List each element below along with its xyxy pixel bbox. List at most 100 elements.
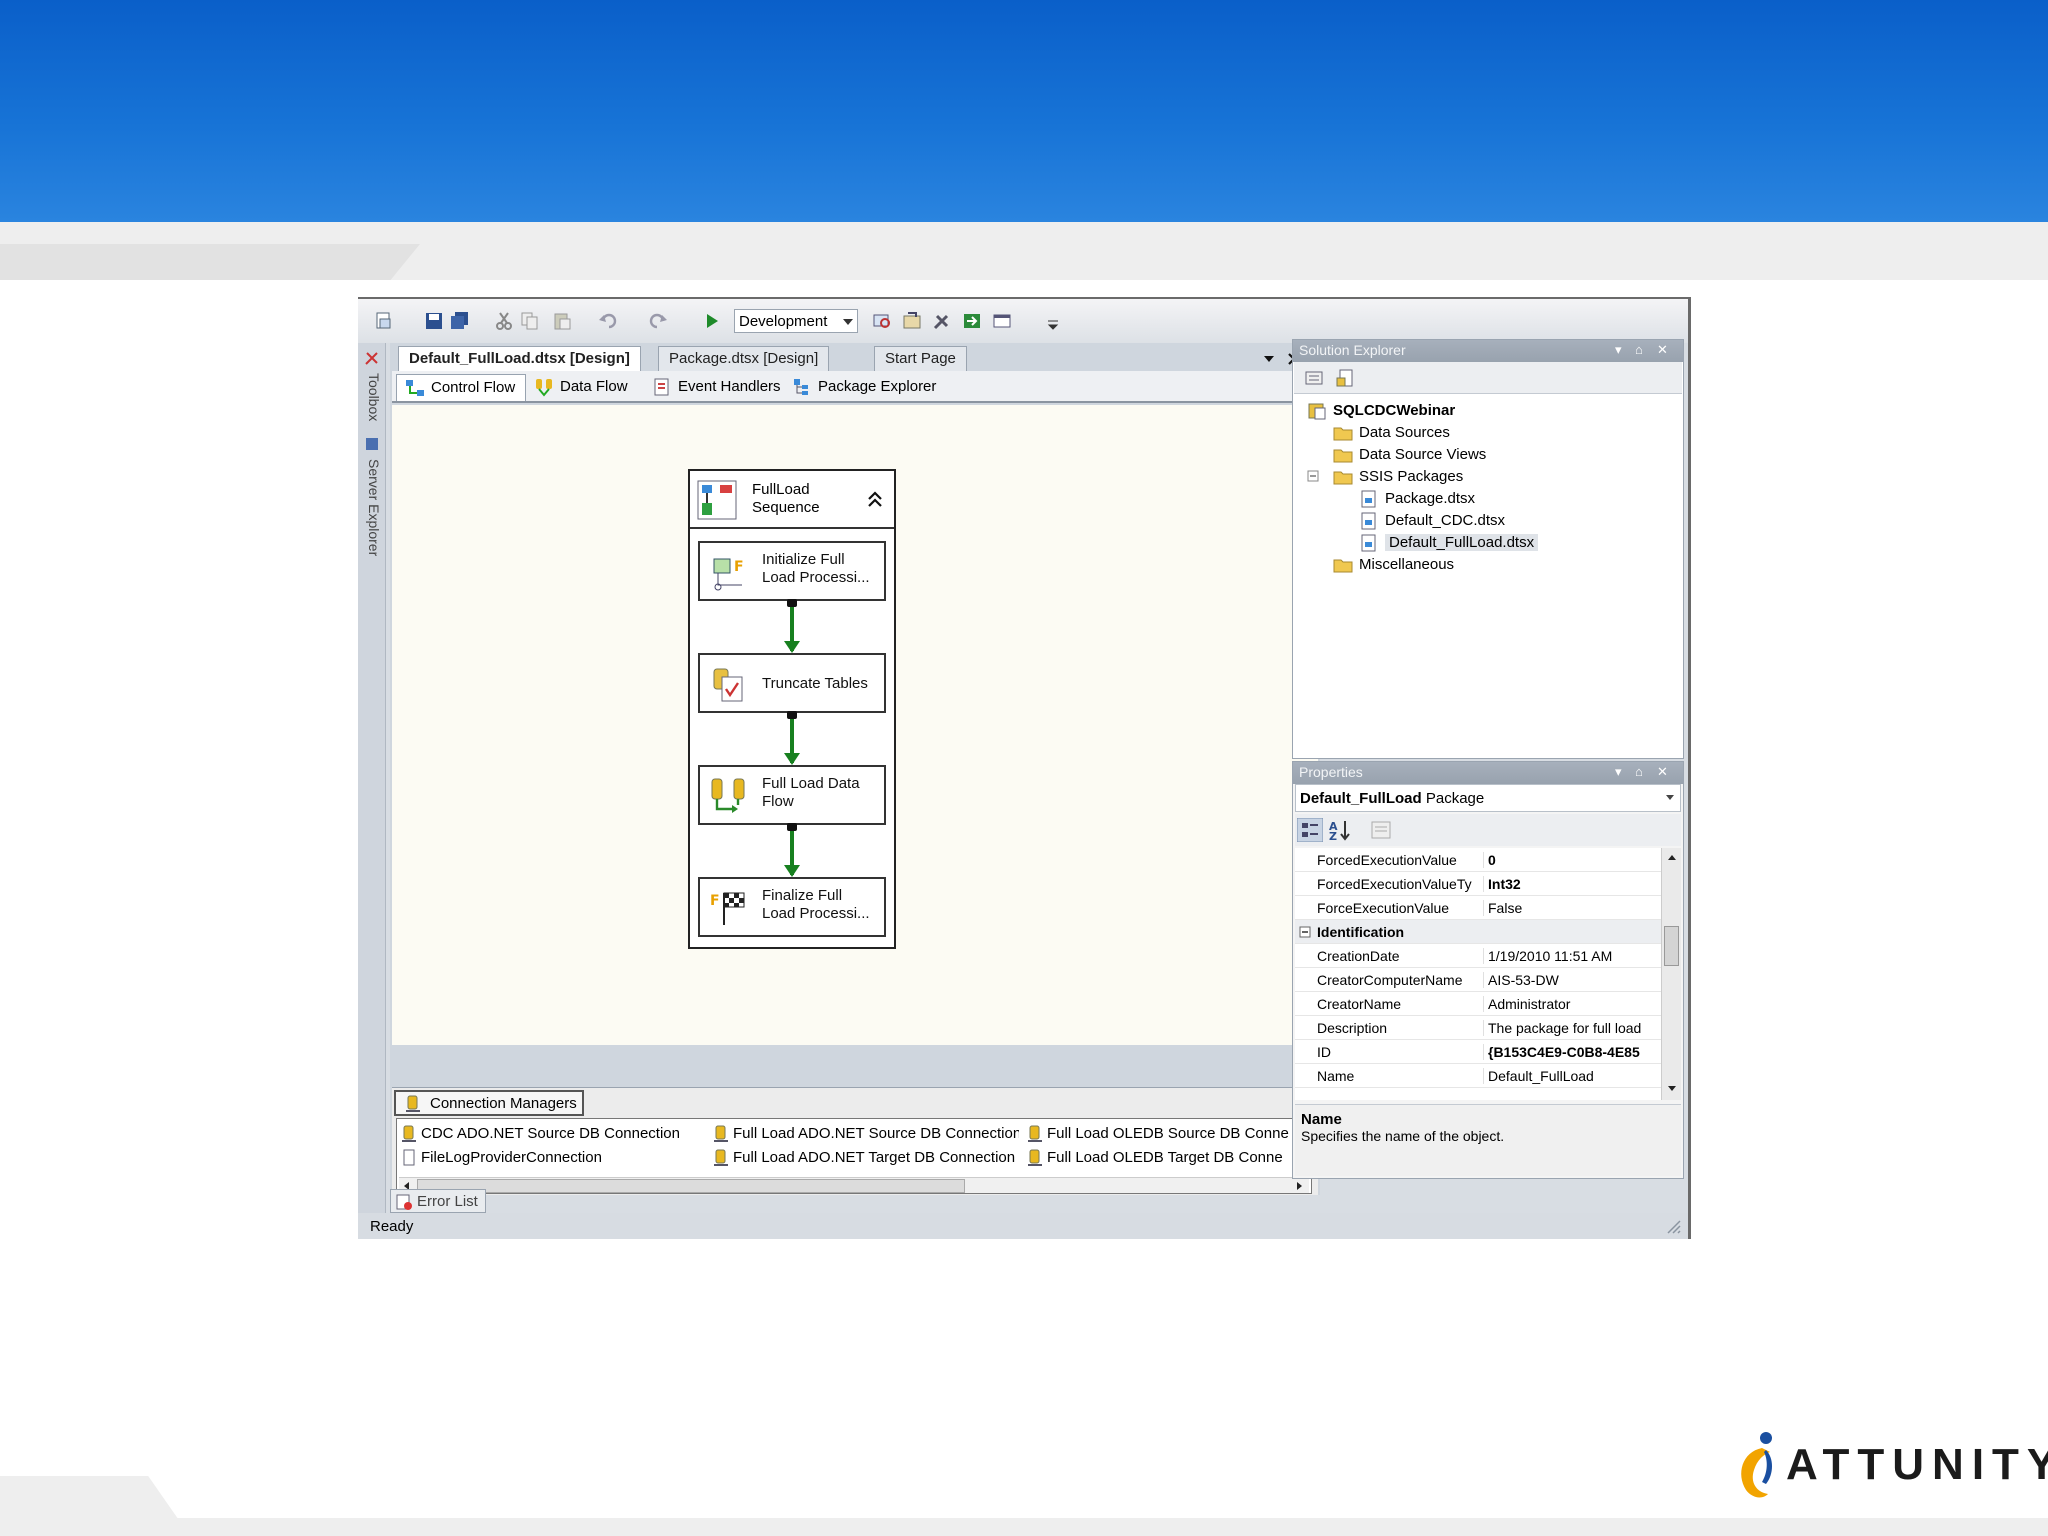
- properties-icon[interactable]: [1304, 368, 1324, 388]
- property-key: ForcedExecutionValue: [1317, 852, 1457, 868]
- panel-pin-icon[interactable]: ⌂: [1635, 342, 1643, 357]
- horizontal-scrollbar[interactable]: [399, 1177, 1309, 1193]
- tab-package-design[interactable]: Package.dtsx [Design]: [658, 346, 830, 371]
- property-value[interactable]: The package for full load: [1483, 1020, 1659, 1036]
- panel-menu-chevron-down-icon[interactable]: ▾: [1615, 764, 1622, 780]
- tab-data-flow[interactable]: Data Flow: [526, 374, 634, 401]
- connection-item[interactable]: Full Load OLEDB Source DB Conne: [1025, 1125, 1311, 1142]
- connection-item[interactable]: Full Load OLEDB Target DB Conne: [1025, 1149, 1311, 1166]
- resize-grip-icon[interactable]: [1664, 1217, 1682, 1235]
- property-value[interactable]: 0: [1483, 852, 1659, 868]
- tree-item-data-source-views[interactable]: Data Source Views: [1333, 446, 1486, 463]
- property-row[interactable]: ForceExecutionValue False: [1295, 896, 1661, 920]
- tab-event-handlers[interactable]: Event Handlers: [644, 374, 787, 401]
- alphabetical-sort-icon[interactable]: AZ: [1327, 818, 1353, 842]
- connection-item[interactable]: CDC ADO.NET Source DB Connection: [399, 1125, 699, 1142]
- scroll-right-icon[interactable]: [1293, 1180, 1305, 1192]
- toolbox-tools-icon[interactable]: [932, 311, 952, 331]
- task-full-load-data-flow[interactable]: Full Load Data Flow: [698, 765, 886, 825]
- scroll-up-icon[interactable]: [1666, 852, 1678, 864]
- precedence-constraint[interactable]: [784, 599, 800, 653]
- tree-project-root[interactable]: SQLCDCWebinar: [1307, 402, 1455, 420]
- solution-configuration-select[interactable]: Development: [734, 309, 858, 333]
- vertical-scrollbar[interactable]: [1661, 848, 1681, 1100]
- tab-control-flow[interactable]: Control Flow: [396, 374, 526, 401]
- fullload-sequence-container[interactable]: FullLoad Sequence F Initialize Full Load…: [688, 469, 896, 949]
- tree-item-data-sources[interactable]: Data Sources: [1333, 424, 1450, 441]
- save-icon[interactable]: [424, 311, 444, 331]
- task-label-line1: Full Load Data: [762, 775, 860, 792]
- tree-item-package-dtsx[interactable]: Package.dtsx: [1359, 490, 1475, 508]
- data-flow-icon: [536, 379, 552, 397]
- property-row[interactable]: CreatorName Administrator: [1295, 992, 1661, 1016]
- show-all-files-icon[interactable]: [1336, 368, 1356, 388]
- precedence-constraint[interactable]: [784, 711, 800, 765]
- paste-icon[interactable]: [552, 311, 572, 331]
- start-debugging-icon[interactable]: [702, 311, 722, 331]
- copy-icon[interactable]: [520, 311, 540, 331]
- scrollbar-thumb[interactable]: [417, 1179, 965, 1193]
- toolbox-icon[interactable]: [363, 349, 381, 367]
- tree-item-default-cdc-dtsx[interactable]: Default_CDC.dtsx: [1359, 512, 1505, 530]
- server-explorer-icon[interactable]: [363, 435, 381, 453]
- tab-package-explorer[interactable]: Package Explorer: [784, 374, 942, 401]
- import-export-icon[interactable]: [962, 311, 982, 331]
- task-truncate-tables[interactable]: Truncate Tables: [698, 653, 886, 713]
- tree-collapse-minus-icon[interactable]: [1307, 470, 1319, 482]
- tree-item-default-fullload-dtsx[interactable]: Default_FullLoad.dtsx: [1359, 534, 1539, 552]
- server-explorer-tab[interactable]: Server Explorer: [362, 459, 382, 556]
- category-collapse-minus-icon[interactable]: [1299, 926, 1311, 938]
- property-pages-icon[interactable]: [1369, 818, 1393, 842]
- property-row[interactable]: CreatorComputerName AIS-53-DW: [1295, 968, 1661, 992]
- task-finalize-full-load[interactable]: F Finalize Full Load Processi...: [698, 877, 886, 937]
- task-label-line1: Finalize Full: [762, 887, 843, 904]
- save-all-icon[interactable]: [450, 311, 470, 331]
- tab-start-page[interactable]: Start Page: [874, 346, 967, 371]
- connection-item[interactable]: FileLogProviderConnection: [399, 1149, 699, 1166]
- tab-dropdown-icon[interactable]: [1262, 353, 1276, 365]
- property-value[interactable]: {B153C4E9-C0B8-4E85: [1483, 1044, 1659, 1060]
- panel-pin-icon[interactable]: ⌂: [1635, 764, 1643, 779]
- error-list-tab[interactable]: Error List: [390, 1189, 486, 1213]
- property-value[interactable]: 1/19/2010 11:51 AM: [1483, 948, 1659, 964]
- tree-item-ssis-packages[interactable]: SSIS Packages: [1333, 468, 1463, 485]
- property-row[interactable]: Name Default_FullLoad: [1295, 1064, 1661, 1088]
- toolbox-tab[interactable]: Toolbox: [362, 373, 382, 421]
- undo-icon[interactable]: [598, 311, 618, 331]
- collapse-chevron-up-icon[interactable]: [866, 489, 884, 509]
- cut-icon[interactable]: [494, 311, 514, 331]
- property-value[interactable]: Default_FullLoad: [1483, 1068, 1659, 1084]
- redo-icon[interactable]: [648, 311, 668, 331]
- tree-item-miscellaneous[interactable]: Miscellaneous: [1333, 556, 1454, 573]
- property-row[interactable]: Description The package for full load: [1295, 1016, 1661, 1040]
- scroll-down-icon[interactable]: [1666, 1082, 1678, 1094]
- control-flow-canvas[interactable]: FullLoad Sequence F Initialize Full Load…: [392, 405, 1318, 1045]
- property-value[interactable]: False: [1483, 900, 1659, 916]
- precedence-constraint[interactable]: [784, 823, 800, 877]
- property-row[interactable]: CreationDate 1/19/2010 11:51 AM: [1295, 944, 1661, 968]
- categorized-icon[interactable]: [1297, 818, 1323, 842]
- properties-window-icon[interactable]: [902, 311, 922, 331]
- property-value[interactable]: Int32: [1483, 876, 1659, 892]
- new-project-icon[interactable]: [374, 311, 394, 331]
- property-row[interactable]: ForcedExecutionValue 0: [1295, 848, 1661, 872]
- connection-managers-tab[interactable]: Connection Managers: [394, 1090, 584, 1116]
- toolbar-overflow-icon[interactable]: [1046, 317, 1060, 331]
- property-row[interactable]: ForcedExecutionValueTy Int32: [1295, 872, 1661, 896]
- object-selector[interactable]: Default_FullLoad Package: [1295, 784, 1681, 812]
- property-value[interactable]: AIS-53-DW: [1483, 972, 1659, 988]
- property-category-identification[interactable]: Identification: [1295, 920, 1661, 944]
- scrollbar-thumb[interactable]: [1664, 926, 1679, 966]
- panel-menu-chevron-down-icon[interactable]: ▾: [1615, 342, 1622, 358]
- project-icon: [1308, 403, 1326, 420]
- property-row[interactable]: ID {B153C4E9-C0B8-4E85: [1295, 1040, 1661, 1064]
- task-initialize-full-load[interactable]: F Initialize Full Load Processi...: [698, 541, 886, 601]
- connection-item[interactable]: Full Load ADO.NET Target DB Connection: [711, 1149, 1019, 1166]
- property-value[interactable]: Administrator: [1483, 996, 1659, 1012]
- tab-default-fullload-design[interactable]: Default_FullLoad.dtsx [Design]: [398, 346, 641, 371]
- connection-item[interactable]: Full Load ADO.NET Source DB Connection: [711, 1125, 1019, 1142]
- panel-close-icon[interactable]: ✕: [1657, 764, 1668, 780]
- window-layout-icon[interactable]: [992, 311, 1012, 331]
- find-icon[interactable]: [872, 311, 892, 331]
- panel-close-icon[interactable]: ✕: [1657, 342, 1668, 358]
